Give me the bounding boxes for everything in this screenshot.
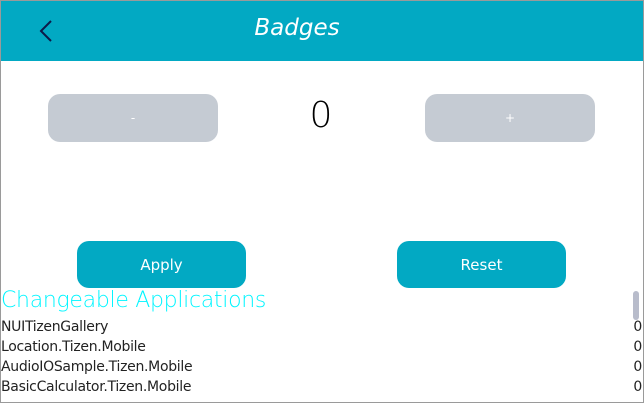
badge-count: 0 <box>309 95 333 136</box>
list-scrollbar[interactable] <box>633 291 639 320</box>
app-name: Location.Tizen.Mobile <box>1 339 146 355</box>
app-name: BasicCalculator.Tizen.Mobile <box>1 379 192 395</box>
list-item[interactable]: NUITizenGallery 0 <box>1 319 642 339</box>
decrement-button[interactable]: - <box>48 94 218 142</box>
list-item[interactable]: AudioIOSample.Tizen.Mobile 0 <box>1 359 642 379</box>
list-item[interactable]: Location.Tizen.Mobile 0 <box>1 339 642 359</box>
app-name: NUITizenGallery <box>1 319 109 335</box>
list-item[interactable]: BasicCalculator.Tizen.Mobile 0 <box>1 379 642 399</box>
apply-button[interactable]: Apply <box>77 241 246 288</box>
app-badge-count: 0 <box>633 339 642 355</box>
header-bar: Badges <box>1 1 643 61</box>
app-badge-count: 0 <box>633 359 642 375</box>
apps-section-title: Changeable Applications <box>1 288 267 313</box>
app-badge-count: 0 <box>633 379 642 395</box>
increment-button[interactable]: + <box>425 94 595 142</box>
app-name: AudioIOSample.Tizen.Mobile <box>1 359 193 375</box>
app-badge-count: 0 <box>633 319 642 335</box>
reset-button[interactable]: Reset <box>397 241 566 288</box>
app-window: Badges - 0 + Apply Reset Changeable Appl… <box>0 0 644 403</box>
page-title: Badges <box>254 15 340 41</box>
